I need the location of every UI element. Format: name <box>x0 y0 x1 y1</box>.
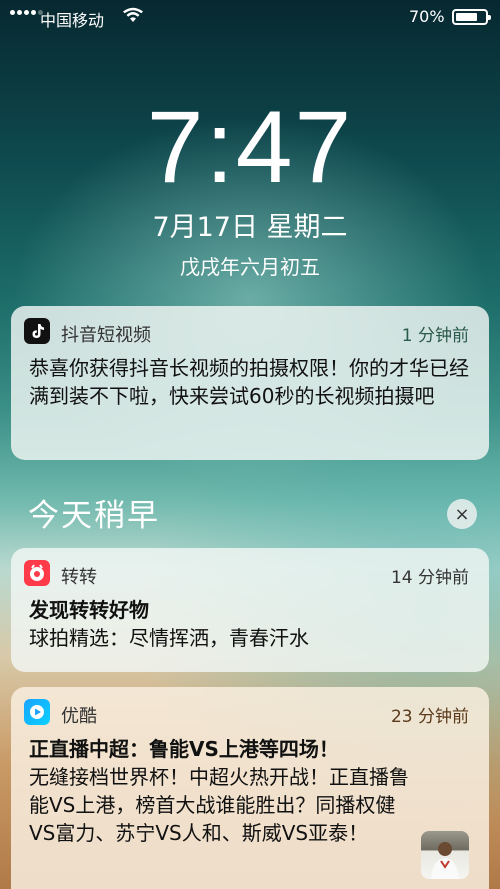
notification-card-youku[interactable]: 优酷 23 分钟前 正直播中超：鲁能VS上港等四场！ 无缝接档世界杯！中超火热开… <box>11 687 489 889</box>
carrier-label: 中国移动 <box>40 11 105 30</box>
notification-card-douyin[interactable]: 抖音短视频 1 分钟前 恭喜你获得抖音长视频的拍摄权限！你的才华已经满到装不下啦… <box>11 306 489 460</box>
douyin-app-icon <box>24 318 50 344</box>
section-title: 今天稍早 <box>28 498 160 534</box>
notification-message: 球拍精选：尽情挥洒，青春汗水 <box>29 626 309 650</box>
notification-title: 正直播中超：鲁能VS上港等四场！ <box>29 737 339 761</box>
lunar-date: 戊戌年六月初五 <box>180 255 320 279</box>
battery-percent: 70% <box>409 7 445 26</box>
lock-date: 7月17日 星期二 <box>152 212 348 243</box>
notification-time: 14 分钟前 <box>390 568 469 588</box>
notification-time: 1 分钟前 <box>401 326 469 346</box>
notification-time: 23 分钟前 <box>390 707 469 727</box>
clear-notifications-button[interactable]: × <box>447 499 477 529</box>
youku-app-icon <box>24 699 50 725</box>
notification-message: 无缝接档世界杯！中超火热开战！正直播鲁能VS上港，榜首大战谁能胜出？同播权健VS… <box>29 765 409 845</box>
notification-title: 发现转转好物 <box>29 598 149 622</box>
lock-clock: 7:47 <box>146 90 354 204</box>
notification-thumbnail-image <box>421 831 469 879</box>
battery-icon <box>452 9 491 25</box>
wifi-icon <box>123 7 143 22</box>
status-bar: 中国移动 70% <box>0 0 500 34</box>
signal-icon <box>10 10 43 15</box>
notification-message: 恭喜你获得抖音长视频的拍摄权限！你的才华已经满到装不下啦，快来尝试60秒的长视频… <box>29 356 469 408</box>
notification-card-zhuanzhuan[interactable]: 转转 14 分钟前 发现转转好物 球拍精选：尽情挥洒，青春汗水 <box>11 548 489 672</box>
close-icon: × <box>454 503 470 525</box>
notification-app-name: 抖音短视频 <box>61 325 151 346</box>
zhuanzhuan-app-icon <box>24 560 50 586</box>
notification-app-name: 转转 <box>61 567 97 588</box>
notification-app-name: 优酷 <box>61 706 97 727</box>
